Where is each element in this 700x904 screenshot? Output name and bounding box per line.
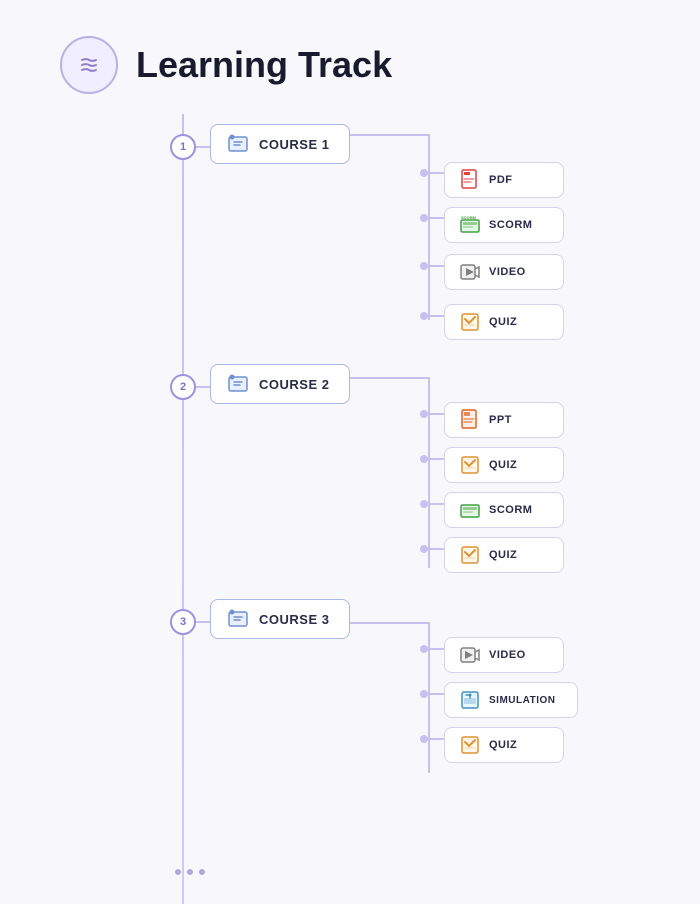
video-icon-3 [459, 644, 481, 666]
step-circle-2: 2 [170, 374, 196, 400]
item-label-2-0: PPT [489, 414, 512, 426]
item-dot-3-0 [420, 645, 428, 653]
item-label-2-3: QUIZ [489, 549, 517, 561]
item-dot-3-1 [420, 690, 428, 698]
item-dot-1-0 [420, 169, 428, 177]
item-node-1-0[interactable]: PDF [444, 162, 564, 198]
item-dot-2-0 [420, 410, 428, 418]
item-node-2-2[interactable]: SCORM [444, 492, 564, 528]
course-3-label: COURSE 3 [259, 612, 329, 627]
header-icon-circle [60, 36, 118, 94]
learning-track-icon [74, 50, 104, 80]
item-node-3-2[interactable]: QUIZ [444, 727, 564, 763]
scorm-icon: SCORM [459, 214, 481, 236]
track-area: 1 COURSE 1 [0, 114, 700, 904]
course-icon-1 [227, 133, 249, 155]
item-label-3-1: SIMULATION [489, 695, 555, 706]
horiz-connector-2 [350, 377, 430, 379]
course-icon-2 [227, 373, 249, 395]
item-label-1-3: QUIZ [489, 316, 517, 328]
item-dot-1-2 [420, 262, 428, 270]
quiz-icon-3-2 [459, 734, 481, 756]
item-label-2-1: QUIZ [489, 459, 517, 471]
quiz-icon-2-1 [459, 454, 481, 476]
horiz-connector-3 [350, 622, 430, 624]
course-node-2[interactable]: COURSE 2 [210, 364, 350, 404]
step-circle-3: 3 [170, 609, 196, 635]
item-node-1-1[interactable]: SCORM SCORM [444, 207, 564, 243]
item-label-1-2: VIDEO [489, 266, 526, 278]
horiz-connector-1 [350, 134, 430, 136]
items-vline-2 [428, 378, 430, 568]
item-node-2-0[interactable]: PPT [444, 402, 564, 438]
item-label-3-0: VIDEO [489, 649, 526, 661]
item-node-2-1[interactable]: QUIZ [444, 447, 564, 483]
item-dot-1-1 [420, 214, 428, 222]
item-node-3-0[interactable]: VIDEO [444, 637, 564, 673]
item-dot-3-2 [420, 735, 428, 743]
video-icon [459, 261, 481, 283]
course-1-label: COURSE 1 [259, 137, 329, 152]
dot-1 [175, 869, 181, 875]
course-node-1[interactable]: COURSE 1 [210, 124, 350, 164]
item-dot-2-3 [420, 545, 428, 553]
dot-2 [187, 869, 193, 875]
item-label-1-0: PDF [489, 174, 513, 186]
spine-line [182, 114, 184, 904]
item-node-2-3[interactable]: QUIZ [444, 537, 564, 573]
svg-text:SCORM: SCORM [461, 215, 477, 220]
course-node-3[interactable]: COURSE 3 [210, 599, 350, 639]
course-icon-3 [227, 608, 249, 630]
quiz-icon-1-3 [459, 311, 481, 333]
item-label-2-2: SCORM [489, 504, 532, 516]
page-container: Learning Track 1 COURSE 1 [0, 0, 700, 904]
pdf-icon [459, 169, 481, 191]
item-node-1-2[interactable]: VIDEO [444, 254, 564, 290]
item-dot-2-2 [420, 500, 428, 508]
dot-3 [199, 869, 205, 875]
step-circle-1: 1 [170, 134, 196, 160]
items-vline-1 [428, 135, 430, 320]
ppt-icon [459, 409, 481, 431]
scorm-icon-2 [459, 499, 481, 521]
item-node-1-3[interactable]: QUIZ [444, 304, 564, 340]
bottom-dots [175, 869, 205, 875]
header: Learning Track [0, 0, 700, 114]
items-vline-3 [428, 623, 430, 773]
course-2-label: COURSE 2 [259, 377, 329, 392]
quiz-icon-2-3 [459, 544, 481, 566]
item-label-1-1: SCORM [489, 219, 532, 231]
simulation-icon [459, 689, 481, 711]
item-label-3-2: QUIZ [489, 739, 517, 751]
item-node-3-1[interactable]: SIMULATION [444, 682, 578, 718]
item-dot-2-1 [420, 455, 428, 463]
item-dot-1-3 [420, 312, 428, 320]
page-title: Learning Track [136, 44, 392, 86]
